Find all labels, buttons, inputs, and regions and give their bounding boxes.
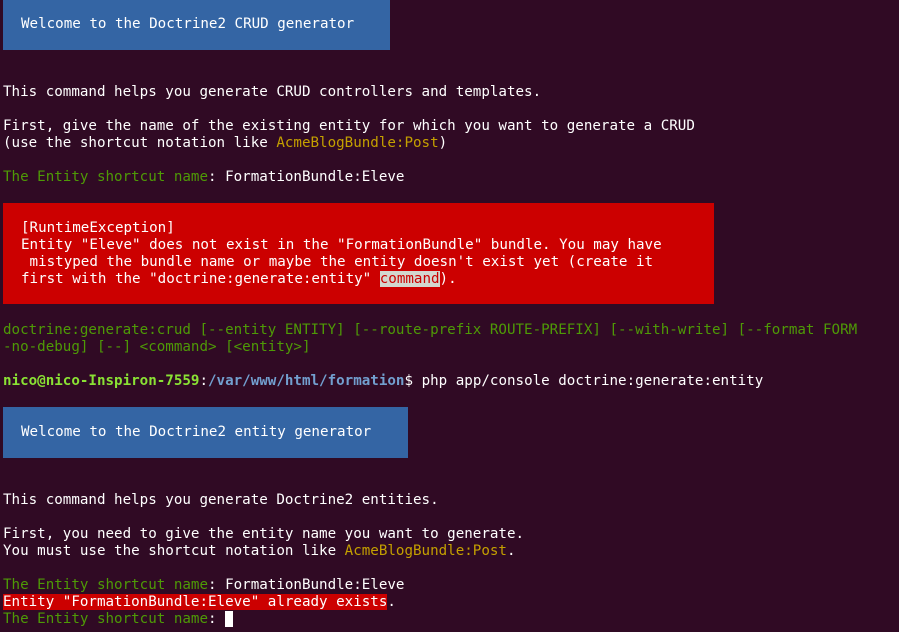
answer-text: FormationBundle:Eleve [225,169,405,185]
hint-prefix: (use the shortcut notation like [3,135,277,151]
exception-title: [RuntimeException] [21,220,175,236]
example-entity-name-2: AcmeBlogBundle:Post [344,543,507,559]
executed-command: php app/console doctrine:generate:entity [421,373,764,389]
selected-text-highlight: command [379,271,440,287]
exception-message-line-2: mistyped the bundle name or maybe the en… [21,254,654,270]
question-separator-2: : [208,577,226,593]
exception-line3-suffix: ). [439,271,457,287]
crud-generator-banner-text: Welcome to the Doctrine2 CRUD generator [21,16,355,32]
crud-instruction-hint: (use the shortcut notation like AcmeBlog… [3,135,447,152]
prompt-dollar: $ [404,373,422,389]
prompt-path: /var/www/html/formation [208,373,405,389]
crud-intro-text: This command helps you generate CRUD con… [3,84,542,100]
entity-generator-banner: Welcome to the Doctrine2 entity generato… [3,407,408,458]
text-cursor[interactable] [225,611,234,627]
entity-exists-error: Entity "FormationBundle:Eleve" already e… [3,594,388,610]
exception-line3-prefix: first with the "doctrine:generate:entity… [21,271,380,287]
prompt-colon: : [199,373,209,389]
entity-question-answered-2: The Entity shortcut name: FormationBundl… [3,577,404,594]
entity-instruction-line: First, you need to give the entity name … [3,526,525,542]
question-label-3: The Entity shortcut name [3,611,208,627]
question-label: The Entity shortcut name [3,169,208,185]
crud-instruction-line: First, give the name of the existing ent… [3,118,695,134]
exception-message-line-1: Entity "Eleve" does not exist in the "Fo… [21,237,662,253]
hint-suffix: ) [438,135,448,151]
usage-line-1: doctrine:generate:crud [--entity ENTITY]… [3,322,858,338]
question-separator: : [208,169,226,185]
entity-hint-prefix: You must use the shortcut notation like [3,543,345,559]
entity-hint-suffix: . [506,543,516,559]
question-label-2: The Entity shortcut name [3,577,208,593]
entity-instruction-hint: You must use the shortcut notation like … [3,543,516,560]
question-separator-3: : [208,611,226,627]
crud-generator-banner: Welcome to the Doctrine2 CRUD generator [3,0,390,50]
answer-text-2: FormationBundle:Eleve [225,577,405,593]
entity-generator-banner-text: Welcome to the Doctrine2 entity generato… [21,424,372,440]
shell-prompt-line: nico@nico-Inspiron-7559:/var/www/html/fo… [3,373,763,390]
entity-intro-text: This command helps you generate Doctrine… [3,492,439,508]
exception-message-line-3: first with the "doctrine:generate:entity… [21,271,457,288]
usage-line-2: -no-debug] [--] <command> [<entity>] [3,339,311,355]
runtime-exception-box: [RuntimeException] Entity "Eleve" does n… [3,203,714,304]
prompt-user-host: nico@nico-Inspiron-7559 [3,373,200,389]
example-entity-name: AcmeBlogBundle:Post [276,135,439,151]
entity-exists-error-line: Entity "FormationBundle:Eleve" already e… [3,594,396,611]
entity-exists-error-suffix: . [387,594,396,610]
entity-question-answered-1: The Entity shortcut name: FormationBundl… [3,169,404,186]
terminal-window[interactable]: Welcome to the Doctrine2 CRUD generator … [0,0,899,632]
entity-question-active[interactable]: The Entity shortcut name: [3,611,234,628]
